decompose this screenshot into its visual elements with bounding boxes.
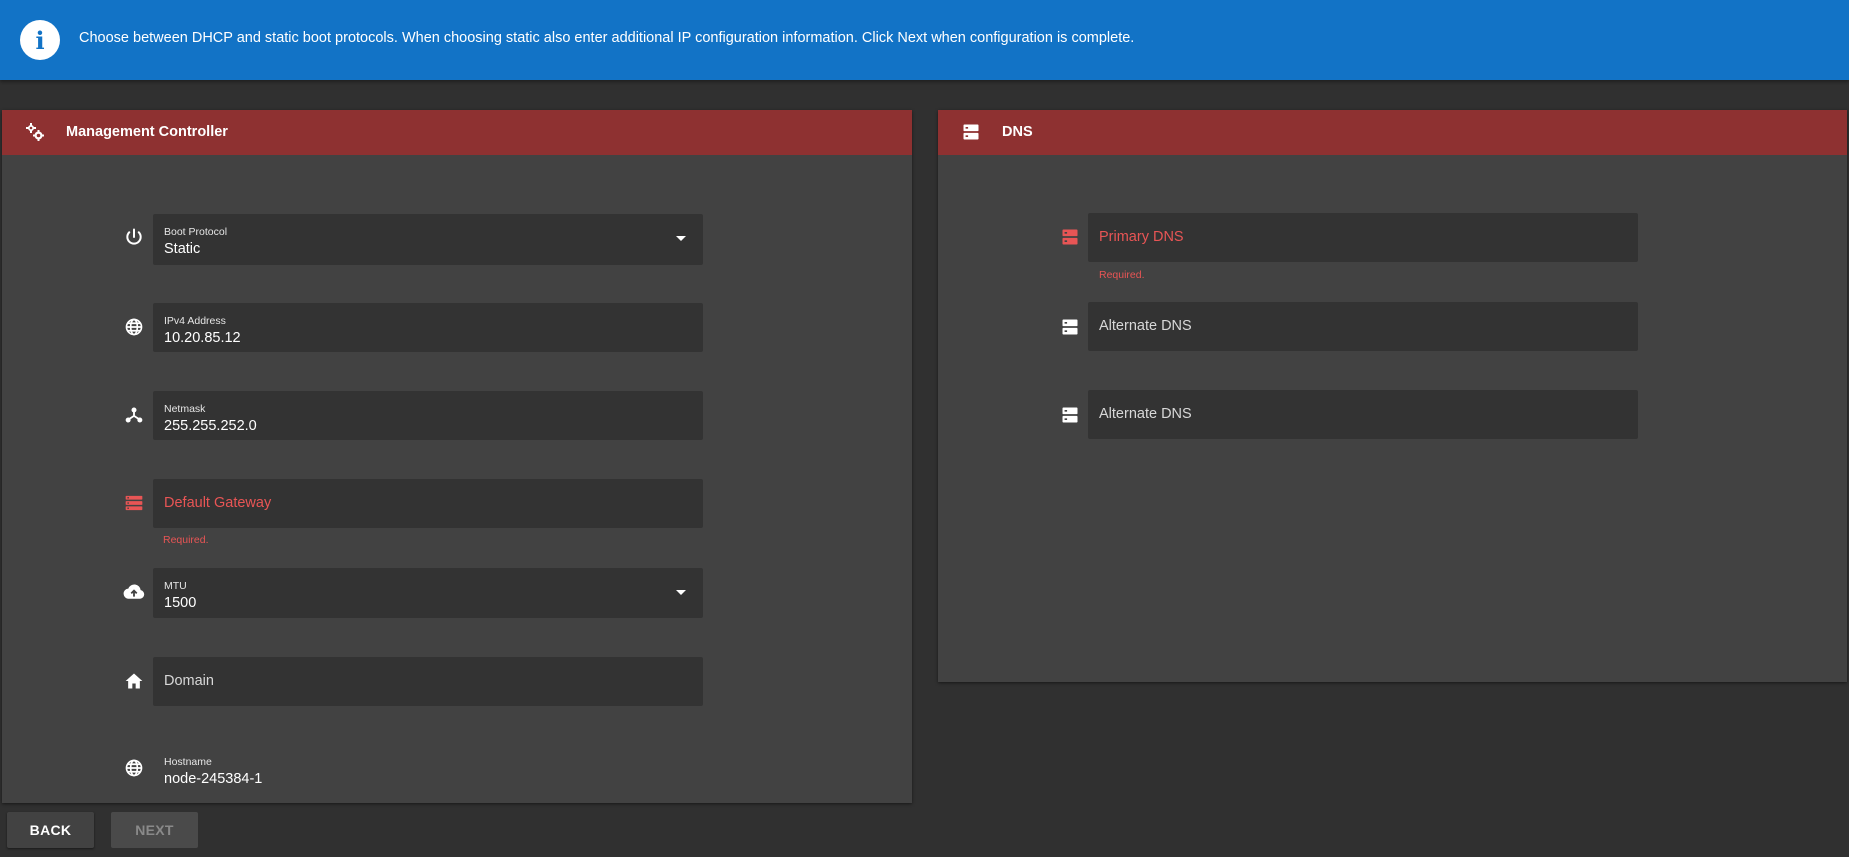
dns-icon xyxy=(1058,225,1082,249)
info-icon: i xyxy=(20,20,60,60)
mtu-value: 1500 xyxy=(164,595,197,611)
ipv4-address-value: 10.20.85.12 xyxy=(164,330,241,346)
dns-icon xyxy=(1058,315,1082,339)
chevron-down-icon xyxy=(676,590,686,595)
next-button[interactable]: NEXT xyxy=(111,812,198,848)
mtu-select[interactable]: MTU 1500 xyxy=(153,568,703,618)
primary-dns-error: Required. xyxy=(1099,269,1145,281)
hostname-field[interactable]: Hostname node-245384-1 xyxy=(153,744,703,793)
alternate-dns-placeholder-1: Alternate DNS xyxy=(1099,318,1192,334)
network-icon xyxy=(122,403,146,427)
dns-title: DNS xyxy=(1002,124,1033,140)
ipv4-address-label: IPv4 Address xyxy=(164,315,226,327)
netmask-label: Netmask xyxy=(164,403,206,415)
cloud-upload-icon xyxy=(122,580,146,604)
dns-header: DNS xyxy=(938,110,1847,155)
hostname-value: node-245384-1 xyxy=(164,771,263,787)
default-gateway-field[interactable]: Default Gateway xyxy=(153,479,703,528)
primary-dns-placeholder: Primary DNS xyxy=(1099,229,1184,245)
alternate-dns-field-2[interactable]: Alternate DNS xyxy=(1088,390,1638,439)
primary-dns-field[interactable]: Primary DNS xyxy=(1088,213,1638,262)
dns-icon xyxy=(1058,403,1082,427)
chevron-down-icon xyxy=(676,236,686,241)
power-icon xyxy=(122,225,146,249)
default-gateway-error: Required. xyxy=(163,534,209,546)
domain-field[interactable]: Domain xyxy=(153,657,703,706)
default-gateway-placeholder: Default Gateway xyxy=(164,495,272,511)
boot-protocol-value: Static xyxy=(164,241,201,257)
boot-protocol-label: Boot Protocol xyxy=(164,226,228,238)
alternate-dns-placeholder-2: Alternate DNS xyxy=(1099,406,1192,422)
netmask-field[interactable]: Netmask 255.255.252.0 xyxy=(153,391,703,440)
globe-icon xyxy=(122,756,146,780)
management-controller-title: Management Controller xyxy=(66,124,228,140)
back-button[interactable]: BACK xyxy=(7,812,94,848)
dns-icon xyxy=(961,122,981,142)
hostname-label: Hostname xyxy=(164,756,212,768)
alternate-dns-field-1[interactable]: Alternate DNS xyxy=(1088,302,1638,351)
domain-placeholder: Domain xyxy=(164,673,214,689)
ipv4-address-field[interactable]: IPv4 Address 10.20.85.12 xyxy=(153,303,703,352)
boot-protocol-select[interactable]: Boot Protocol Static xyxy=(153,214,703,265)
management-controller-card: Management Controller Boot Protocol Stat… xyxy=(2,110,912,803)
dns-card: DNS Primary DNS Required. Alternate DNS … xyxy=(938,110,1847,682)
banner-message: Choose between DHCP and static boot prot… xyxy=(79,30,1135,46)
netmask-value: 255.255.252.0 xyxy=(164,418,257,434)
server-list-icon xyxy=(122,491,146,515)
home-icon xyxy=(122,669,146,693)
info-banner: i Choose between DHCP and static boot pr… xyxy=(0,0,1849,80)
management-controller-header: Management Controller xyxy=(2,110,912,155)
mtu-label: MTU xyxy=(164,580,187,592)
gears-icon xyxy=(25,122,45,142)
globe-icon xyxy=(122,315,146,339)
